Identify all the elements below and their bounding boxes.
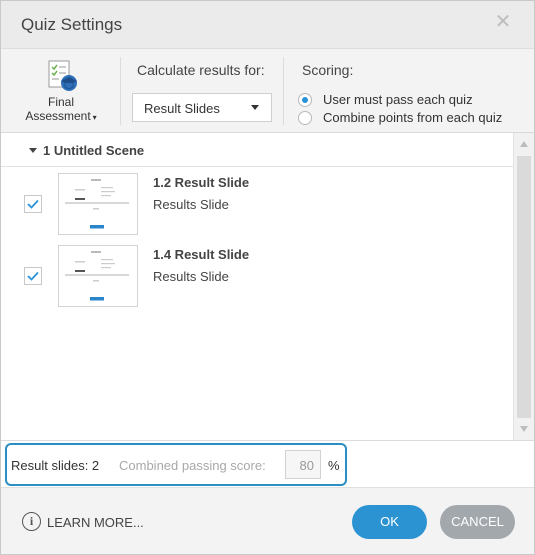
slide-checkbox[interactable] [24,195,42,213]
percent-sign: % [328,458,340,473]
chevron-down-icon: ▾ [92,113,97,122]
assessment-label-line1: Final [47,95,74,109]
calculate-results-label: Calculate results for: [137,62,265,78]
list-item: 1.4 Result Slide Results Slide [1,245,513,309]
title-bar: Quiz Settings ✕ [1,1,534,49]
toolbar-divider [120,57,121,125]
summary-bar: Result slides: 2 Combined passing score:… [1,440,534,487]
list-scrollbar[interactable] [513,133,534,440]
result-slides-list: 1 Untitled Scene 1.2 Result Slide Result… [1,133,534,440]
slide-title: 1.4 Result Slide [153,247,250,262]
assessment-label-text: Assessment [25,109,91,123]
slide-thumbnail-image [65,251,129,301]
calculate-results-value: Result Slides [144,101,220,116]
dialog-title: Quiz Settings [21,15,123,34]
radio-selected-icon[interactable] [298,93,312,107]
slide-thumbnail [58,245,138,307]
calculate-results-select[interactable]: Result Slides [132,93,272,122]
dialog-footer: i LEARN MORE... OK CANCEL [1,487,534,554]
scoring-label: Scoring: [302,62,354,78]
scoring-option-label: User must pass each quiz [323,92,473,107]
assessment-label-line2: Assessment ▾ [19,109,103,123]
slide-type: Results Slide [153,197,229,212]
slide-checkbox[interactable] [24,267,42,285]
scroll-up-icon[interactable] [520,141,528,147]
quiz-settings-dialog: Quiz Settings ✕ Final Assessment ▾ Calcul… [0,0,535,555]
checkmark-icon [27,271,39,281]
cancel-button[interactable]: CANCEL [440,505,515,539]
list-item: 1.2 Result Slide Results Slide [1,173,513,237]
radio-unselected-icon[interactable] [298,111,312,125]
scoring-option-label: Combine points from each quiz [323,110,503,125]
close-icon[interactable]: ✕ [494,12,512,32]
final-assessment-button[interactable]: Final Assessment ▾ [19,59,103,125]
toolbar-divider [283,57,284,125]
slide-thumbnail-image [65,179,129,229]
info-icon[interactable]: i [22,512,41,531]
scroll-down-icon[interactable] [520,426,528,432]
checkmark-icon [27,199,39,209]
result-slides-count: Result slides: 2 [11,458,100,473]
slide-title: 1.2 Result Slide [153,175,250,190]
combined-passing-score-input[interactable]: 80 [285,450,321,479]
scene-name: 1 Untitled Scene [43,143,145,158]
scrollbar-track[interactable] [517,156,531,418]
assessment-icon [48,60,77,91]
scene-header[interactable]: 1 Untitled Scene [1,133,513,167]
ok-button[interactable]: OK [352,505,427,539]
dropdown-arrow-icon [251,105,259,110]
combined-passing-score-label: Combined passing score: [119,458,266,473]
slide-thumbnail [58,173,138,235]
settings-toolbar: Final Assessment ▾ Calculate results for:… [1,49,534,133]
learn-more-link[interactable]: LEARN MORE... [47,515,144,530]
slide-type: Results Slide [153,269,229,284]
collapse-caret-icon[interactable] [29,148,37,153]
